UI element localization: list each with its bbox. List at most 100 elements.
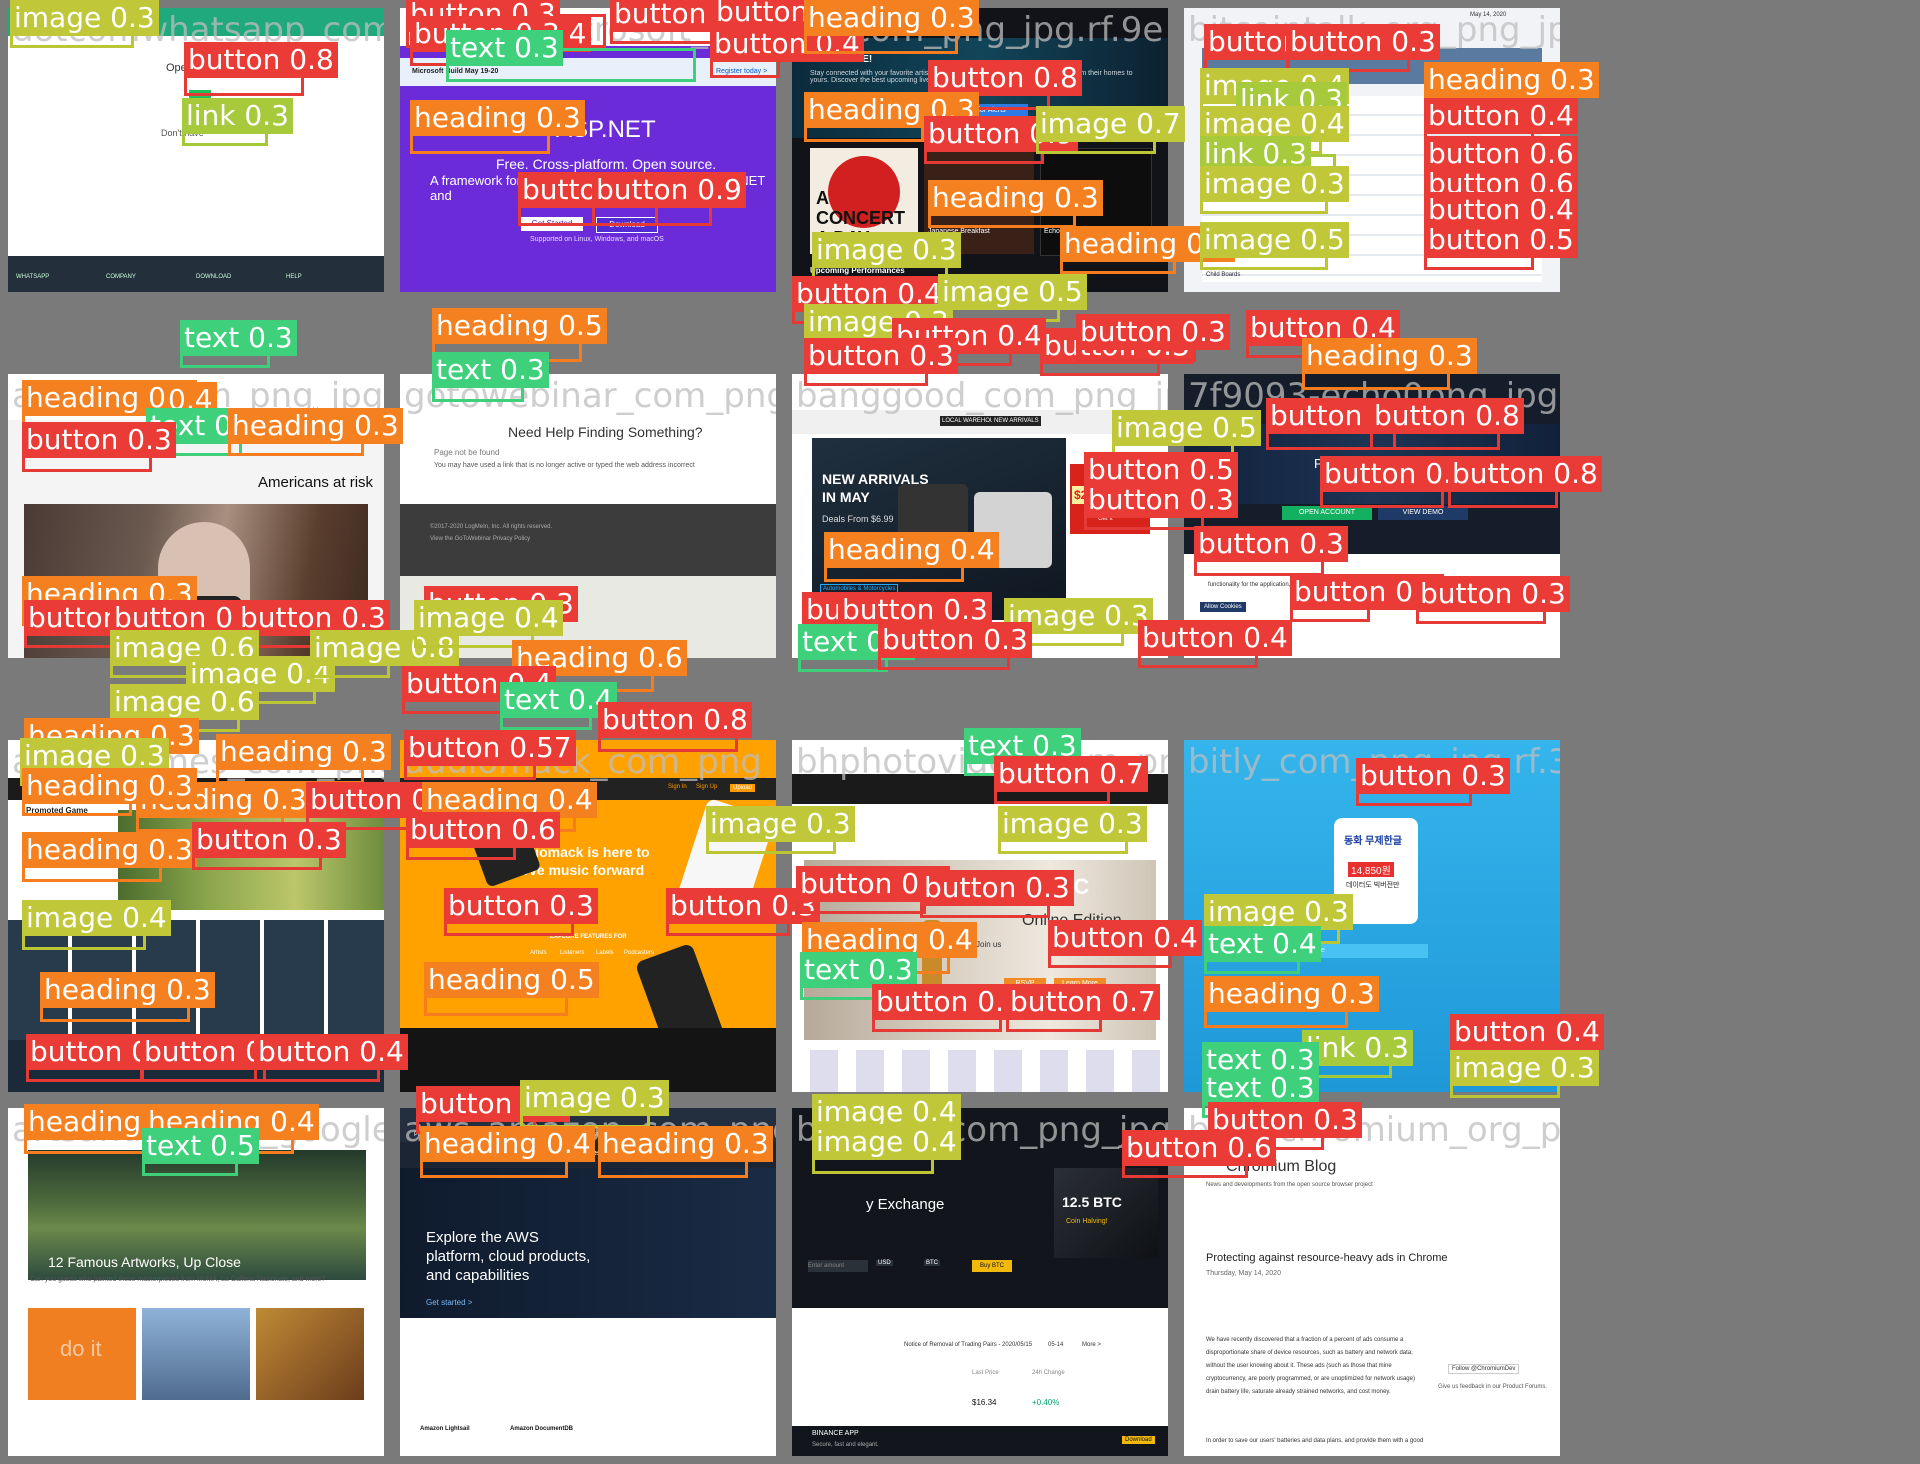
- open-account-button[interactable]: OPEN ACCOUNT: [1282, 506, 1372, 520]
- new-arrivals-button[interactable]: NEW ARRIVALS: [992, 416, 1041, 426]
- panel-audiomack: Sign In Sign Up Upload Audiomack is here…: [400, 740, 776, 1092]
- covid-banner[interactable]: See the AWS Initiatives and Response to …: [524, 1150, 699, 1157]
- quiz-heading: do it: [60, 1336, 102, 1361]
- buy-btc-button[interactable]: Buy BTC: [972, 1260, 1012, 1272]
- last-price-header: Last Price: [972, 1370, 999, 1376]
- sign-up-alerts-button[interactable]: Sign up for Alerts: [930, 104, 1028, 118]
- page-text: Open: [166, 62, 193, 74]
- notice-date: 05-14: [1048, 1342, 1064, 1348]
- nav-partner[interactable]: Partner Network: [568, 1132, 611, 1138]
- panel-gotowebinar: Need Help Finding Something? Page not be…: [400, 374, 776, 658]
- labels-link[interactable]: Labels: [596, 950, 614, 956]
- nav-video[interactable]: Video: [308, 408, 326, 415]
- post-body-cont: In order to save our users' batteries an…: [1206, 1438, 1424, 1444]
- feedback-text: Give us feedback in our Product Forums.: [1438, 1384, 1548, 1390]
- page-text: HELP: [286, 274, 302, 280]
- nav-enablement[interactable]: Customer Enablement: [668, 1132, 728, 1138]
- hero-heading: Professional Trading: [1314, 456, 1433, 471]
- panel-whatsapp: Open Don't have WHATSAPP COMPANY DOWNLOA…: [8, 8, 384, 292]
- panel-apnews: AP Topics Video Listen Americans at risk…: [8, 374, 384, 658]
- post-body: We have recently discovered that a fract…: [1206, 1337, 1415, 1395]
- event-title: Echosmith: [1044, 228, 1077, 235]
- panel-chromium-blog: Chromium Blog News and developments from…: [1184, 1108, 1560, 1456]
- exchange-heading: y Exchange: [866, 1196, 945, 1213]
- explore-features-text: EXPLORE FEATURES FOR: [550, 934, 627, 940]
- artists-link[interactable]: Artists: [530, 950, 547, 956]
- learn-more-button[interactable]: LEARN MORE: [1460, 408, 1508, 418]
- panel-bhphoto: OPTIC Online Edition Join us RSVP Learn …: [792, 740, 1168, 1092]
- go-live-heading: Go LIVE!: [830, 54, 873, 65]
- notice-link[interactable]: Notice of Removal of Trading Pairs - 202…: [904, 1342, 1032, 1348]
- amount-input[interactable]: Enter amount: [808, 1260, 868, 1272]
- halving-heading: 12.5 BTC: [1062, 1194, 1122, 1210]
- url-input[interactable]: Your URL Here: [1274, 944, 1428, 958]
- currency-select[interactable]: USD: [876, 1260, 893, 1266]
- view-demo-button[interactable]: VIEW DEMO: [1378, 506, 1468, 520]
- hero-subtitle: now open to everyone: [1322, 474, 1431, 486]
- supported-text: Supported on Linux, Windows, and macOS: [530, 236, 664, 243]
- detection-grid: Open Don't have WHATSAPP COMPANY DOWNLOA…: [0, 0, 1920, 1464]
- allow-cookies-button[interactable]: Allow Cookies: [1200, 602, 1246, 612]
- download-button[interactable]: Download: [596, 217, 658, 233]
- promo-subheading: 데이터도 빅버전만: [1346, 882, 1400, 889]
- event-title: Japanese Breakfast: [928, 228, 990, 235]
- change-header: 24h Change: [1032, 1370, 1065, 1376]
- panel-banggood: LOCAL WAREHOUSE NEW ARRIVALS NEW ARRIVAL…: [792, 374, 1168, 658]
- register-link[interactable]: Register today >: [716, 68, 767, 75]
- subtitle: Free. Cross-platform. Open source.: [496, 156, 717, 172]
- coupon-heading: $20 Coupons: [1072, 486, 1152, 504]
- nav-topics[interactable]: Topics: [278, 408, 298, 415]
- blog-tagline: News and developments from the open sour…: [1206, 1182, 1373, 1188]
- coin-select[interactable]: BTC: [924, 1260, 940, 1266]
- rsvp-button[interactable]: RSVP: [1004, 978, 1046, 990]
- feature-text: Can you guess who painted these masterpi…: [30, 1276, 326, 1283]
- post-heading: Protecting against resource-heavy ads in…: [1206, 1252, 1448, 1264]
- help-heading: Need Help Finding Something?: [508, 424, 703, 440]
- cookie-text: functionality for the application, pleas…: [1208, 582, 1416, 588]
- get-started-link[interactable]: Get started >: [426, 1298, 472, 1307]
- sign-in-button[interactable]: Sign In: [668, 784, 687, 790]
- nav-documentation[interactable]: Documentation: [498, 1132, 538, 1138]
- promo-price: 14,850원: [1348, 862, 1394, 877]
- promo-heading: 동화 무제한글: [1344, 836, 1402, 847]
- banner-title: Microsoft Build May 19-20: [412, 68, 499, 75]
- headline: Americans at risk: [258, 474, 374, 491]
- concert-heading: A CONCERT A DAY: [816, 188, 905, 248]
- page-title: ASP.NET: [556, 116, 656, 143]
- page-text: WHATSAPP: [16, 274, 50, 280]
- podcasters-link[interactable]: Podcasters: [624, 950, 654, 956]
- favorites-link[interactable]: Favorites: [278, 1122, 307, 1129]
- page-text: COMPANY: [106, 274, 136, 280]
- get-it-button[interactable]: Get It: [1098, 516, 1113, 522]
- download-button[interactable]: Download: [1122, 1436, 1155, 1444]
- category-link[interactable]: Automobiles & Motorcycles: [820, 584, 899, 594]
- nav-learn[interactable]: Learn: [546, 1132, 561, 1138]
- halving-text: Coin Halving!: [1066, 1218, 1108, 1225]
- product-link[interactable]: Amazon Lightsail: [420, 1426, 470, 1432]
- sign-up-button[interactable]: Sign Up: [696, 784, 717, 790]
- feature-heading: 12 Famous Artworks, Up Close: [48, 1254, 241, 1270]
- nav-listen[interactable]: Listen: [332, 408, 351, 415]
- nav-products[interactable]: Products: [414, 1132, 438, 1138]
- new-user-text: New User Only: [1084, 468, 1132, 475]
- join-us-text: Join us: [976, 940, 1002, 949]
- upload-button[interactable]: Upload: [730, 784, 756, 792]
- listeners-link[interactable]: Listeners: [560, 950, 584, 956]
- panel-artsandculture: Favorites 12 Famous Artworks, Up Close C…: [8, 1108, 384, 1456]
- nav-solutions[interactable]: Solutions: [446, 1132, 471, 1138]
- nav-marketplace[interactable]: AWS Marketplace: [616, 1132, 664, 1138]
- product-link[interactable]: Amazon DocumentDB: [510, 1426, 573, 1432]
- follow-button[interactable]: Follow @ChromiumDev: [1448, 1364, 1520, 1374]
- more-link[interactable]: More >: [1082, 1342, 1101, 1348]
- intro-text: Stay connected with your favorite artist…: [810, 70, 1133, 84]
- get-started-button[interactable]: Get Started: [521, 217, 583, 231]
- panel-binance: y Exchange Enter amount USD BTC Buy BTC …: [792, 1108, 1168, 1456]
- privacy-link[interactable]: View the GoToWebinar Privacy Policy: [430, 536, 530, 542]
- page-text: Don't have: [161, 128, 204, 138]
- nav-pricing[interactable]: Pricing: [476, 1132, 494, 1138]
- live-label: LIVE: [830, 278, 852, 289]
- hint-text: You may have used a link that is no long…: [434, 462, 695, 469]
- section-heading: Upcoming Performances: [810, 266, 905, 275]
- learn-more-button[interactable]: Learn More: [1054, 978, 1106, 990]
- blog-title: Chromium Blog: [1226, 1158, 1337, 1175]
